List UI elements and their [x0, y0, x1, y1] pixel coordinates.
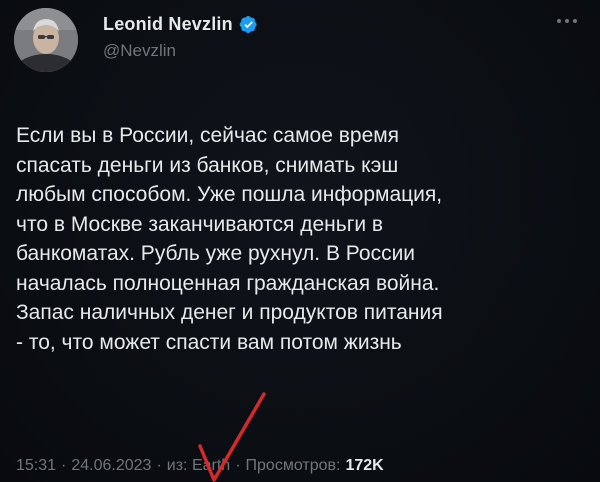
tweet-text: Если вы в России, сейчас самое время спа… — [16, 124, 443, 354]
meta-separator: · — [235, 457, 241, 474]
tweet-source: из: Earth — [166, 457, 231, 474]
meta-separator: · — [156, 457, 162, 474]
verified-badge-icon — [239, 15, 257, 33]
author-name-row[interactable]: Leonid Nevzlin — [103, 11, 258, 37]
author-display-name[interactable]: Leonid Nevzlin — [103, 14, 233, 35]
avatar[interactable] — [14, 8, 78, 72]
tweet-time[interactable]: 15:31 — [16, 457, 56, 475]
author-handle[interactable]: @Nevzlin — [103, 41, 176, 61]
meta-separator: · — [61, 457, 67, 474]
views-count[interactable]: 172K — [345, 457, 383, 475]
tweet-card: Leonid Nevzlin @Nevzlin Если вы в России… — [0, 0, 600, 482]
tweet-metadata: 15:31 · 24.06.2023 · из: Earth · Просмот… — [16, 457, 388, 475]
more-horizontal-icon[interactable] — [552, 10, 582, 32]
tweet-date[interactable]: 24.06.2023 — [71, 457, 151, 475]
avatar-photo — [14, 8, 78, 72]
views-label: Просмотров: — [245, 457, 341, 474]
more-dots — [557, 19, 577, 23]
